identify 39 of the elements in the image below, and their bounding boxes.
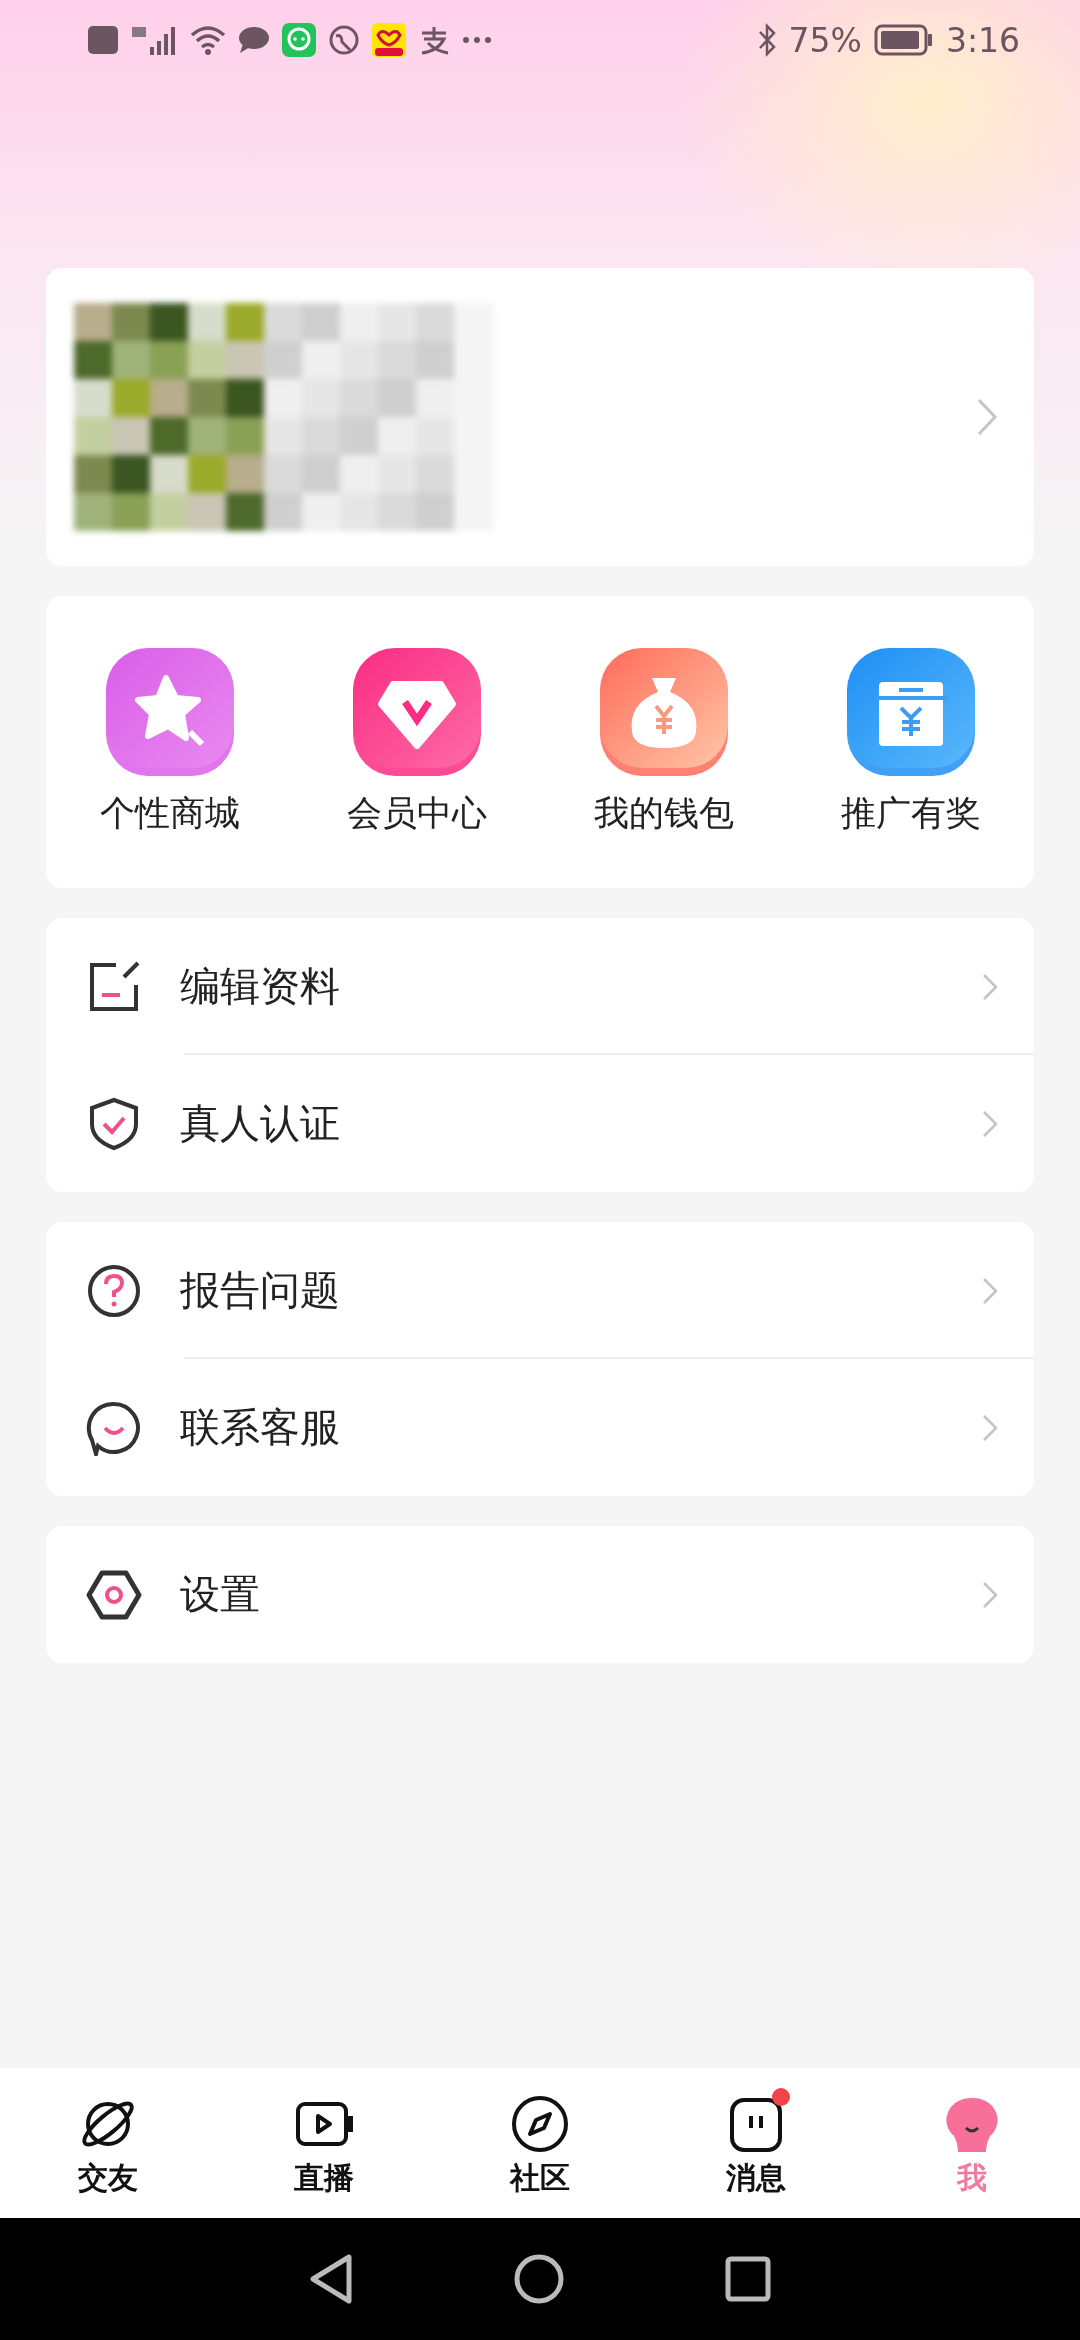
battery-icon — [873, 24, 934, 56]
recents-icon[interactable] — [725, 2256, 771, 2302]
battery-percent: 75% — [788, 20, 862, 60]
chevron-right-icon — [982, 1276, 998, 1305]
star-wand-icon — [105, 647, 234, 776]
chevron-right-icon — [982, 1580, 998, 1609]
bluetooth-icon — [756, 23, 777, 57]
app-icon — [372, 23, 406, 57]
clock: 3:16 — [945, 20, 1020, 60]
shortcut-item[interactable]: 个性商城 — [46, 647, 293, 837]
diamond-icon — [352, 647, 481, 776]
chat-smile-icon — [86, 1399, 142, 1456]
shortcut-item[interactable]: 我的钱包 — [540, 647, 787, 837]
profile-card[interactable] — [46, 268, 1034, 566]
tab[interactable]: 交友 — [0, 2081, 216, 2205]
menu-item[interactable]: 真人认证 — [46, 1055, 1034, 1192]
shortcut-item[interactable]: 推广有奖 — [787, 647, 1034, 837]
tab[interactable]: 社区 — [432, 2081, 648, 2205]
home-icon[interactable] — [513, 2253, 565, 2305]
chevron-right-icon — [982, 1109, 998, 1138]
menu-item[interactable]: 设置 — [46, 1526, 1034, 1663]
chat-icon — [238, 26, 270, 54]
money-bag-icon — [599, 647, 728, 776]
chevron-right-icon — [976, 397, 998, 437]
question-icon — [86, 1262, 142, 1319]
more-icon — [462, 36, 492, 44]
wifi-icon — [190, 25, 226, 55]
tab[interactable]: 直播 — [216, 2081, 432, 2205]
chevron-right-icon — [982, 1413, 998, 1442]
shortcut-item[interactable]: 会员中心 — [293, 647, 540, 837]
menu-item[interactable]: 联系客服 — [46, 1359, 1034, 1496]
tab[interactable]: 消息 — [648, 2081, 864, 2205]
compass-icon — [510, 2093, 570, 2154]
menu-item[interactable]: 报告问题 — [46, 1222, 1034, 1359]
gift-box-icon — [846, 647, 975, 776]
menu-item[interactable]: 编辑资料 — [46, 918, 1034, 1055]
app-icon — [282, 23, 316, 57]
back-icon[interactable] — [309, 2254, 353, 2304]
chevron-right-icon — [982, 972, 998, 1001]
